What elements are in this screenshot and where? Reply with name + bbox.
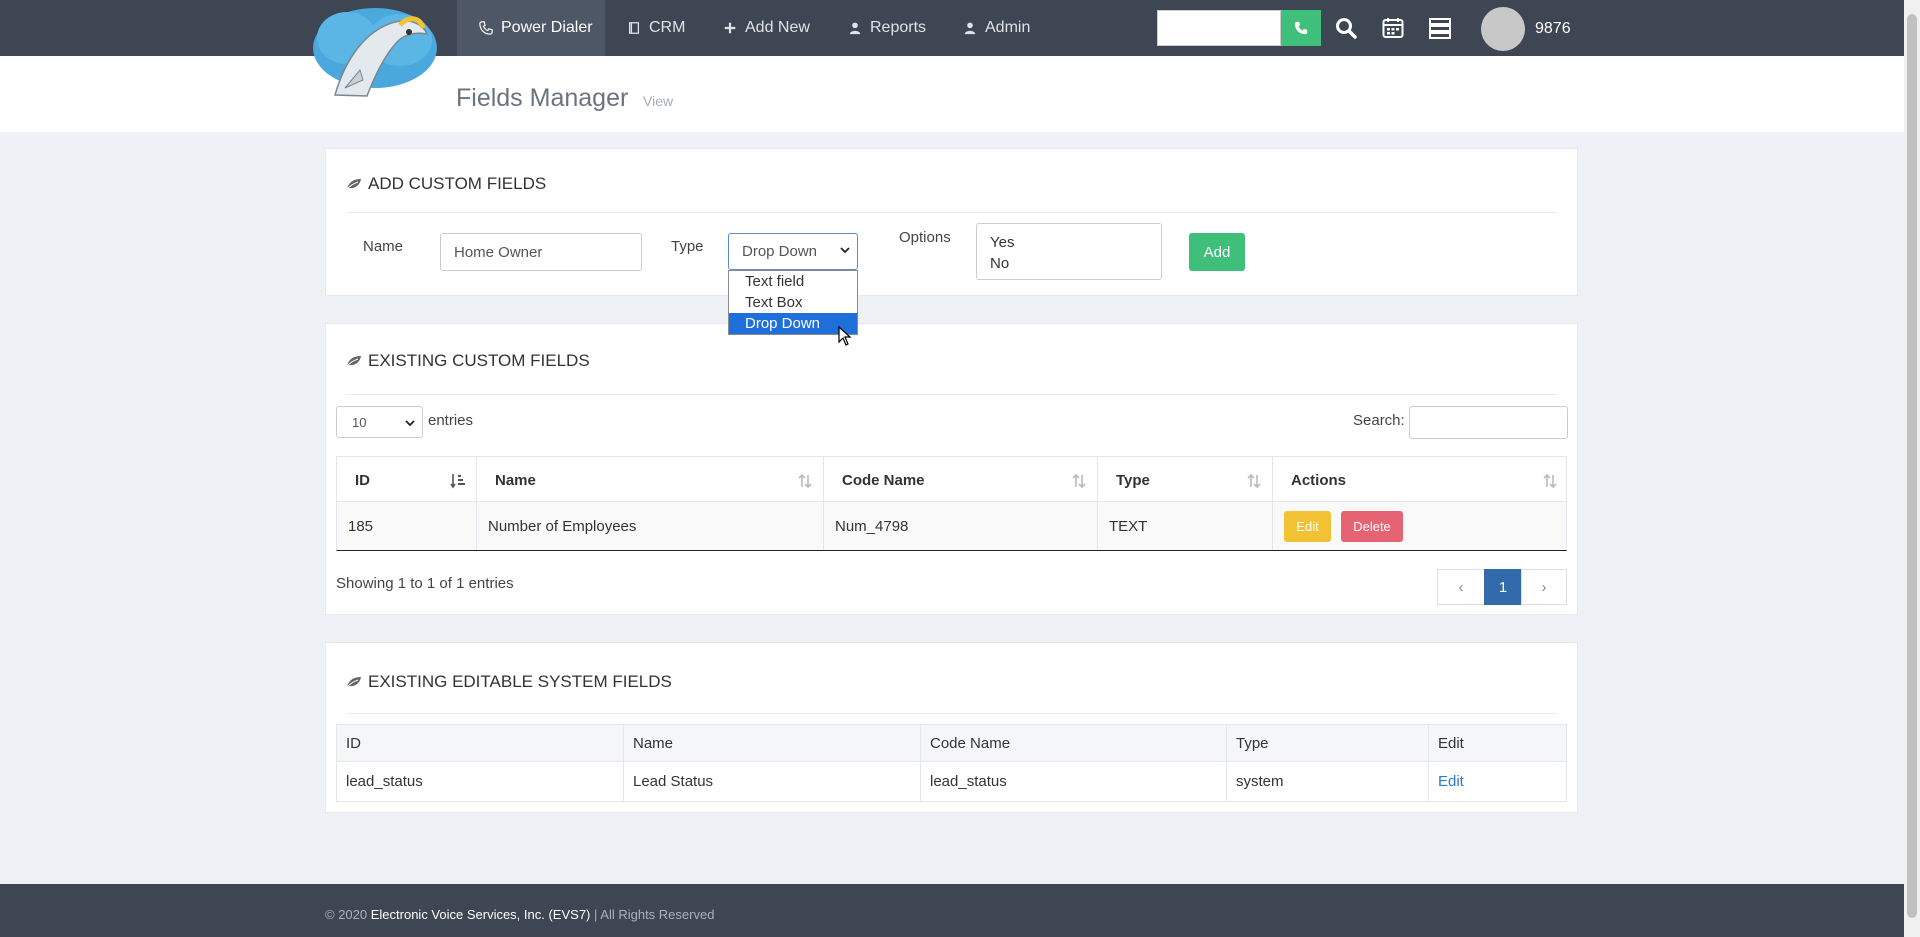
panel-title: EXISTING EDITABLE SYSTEM FIELDS — [346, 672, 672, 692]
page-title: Fields Manager — [456, 84, 629, 112]
column-header-code-name[interactable]: Code Name — [824, 457, 1098, 503]
nav-crm[interactable]: CRM — [627, 0, 685, 56]
table-info: Showing 1 to 1 of 1 entries — [336, 575, 514, 592]
column-header-type: Type — [1227, 725, 1429, 761]
sort-icon — [1072, 473, 1086, 489]
column-header-id: ID — [337, 725, 624, 761]
leaf-icon — [346, 179, 361, 190]
phone-icon — [1294, 21, 1308, 35]
leaf-icon — [346, 677, 361, 688]
pager-next-button[interactable]: › — [1521, 569, 1567, 605]
type-option-text-field[interactable]: Text field — [729, 271, 857, 292]
cell-type: system — [1227, 762, 1429, 801]
nav-reports[interactable]: Reports — [848, 0, 926, 56]
column-header-name[interactable]: Name — [477, 457, 824, 503]
add-custom-fields-panel: ADD CUSTOM FIELDS — [325, 148, 1578, 296]
plus-icon — [724, 22, 736, 34]
cell-type: TEXT — [1098, 502, 1273, 550]
options-textarea[interactable]: Yes No — [976, 223, 1162, 280]
column-header-name: Name — [624, 725, 921, 761]
table-header: ID Name Code Name Type Actions — [336, 456, 1568, 503]
system-table-header: ID Name Code Name Type Edit — [336, 724, 1567, 762]
dial-number-input[interactable] — [1157, 10, 1281, 46]
type-label: Type — [671, 238, 704, 255]
column-header-code-name: Code Name — [921, 725, 1227, 761]
footer — [0, 884, 1904, 937]
nav-power-dialer[interactable]: Power Dialer — [457, 0, 605, 56]
user-icon — [849, 22, 861, 35]
user-extension: 9876 — [1535, 20, 1571, 37]
cell-name: Lead Status — [624, 762, 921, 801]
table-row: 185 Number of Employees Num_4798 TEXT Ed… — [336, 502, 1567, 551]
cell-id: lead_status — [337, 762, 624, 801]
scrollbar-thumb[interactable] — [1907, 14, 1917, 918]
sort-icon — [1543, 473, 1557, 489]
panel-divider — [346, 394, 1557, 395]
panel-divider — [346, 713, 1557, 714]
chevron-down-icon — [405, 420, 415, 427]
column-header-actions[interactable]: Actions — [1273, 457, 1568, 503]
footer-company: Electronic Voice Services, Inc. (EVS7) — [370, 907, 591, 922]
panel-title: ADD CUSTOM FIELDS — [346, 174, 546, 194]
dial-call-button[interactable] — [1281, 10, 1321, 46]
nav-label: Reports — [870, 19, 927, 36]
edit-button[interactable]: Edit — [1284, 511, 1331, 542]
nav-admin[interactable]: Admin — [963, 0, 1030, 56]
sort-icon — [1247, 473, 1261, 489]
panel-divider — [346, 212, 1557, 213]
search-label: Search: — [1353, 412, 1405, 429]
column-header-edit: Edit — [1438, 734, 1464, 752]
options-label: Options — [899, 229, 951, 246]
sort-icon — [798, 473, 812, 489]
column-header-type[interactable]: Type — [1098, 457, 1273, 503]
phone-handset-icon — [479, 21, 493, 35]
pager-prev-button[interactable]: ‹ — [1437, 569, 1485, 605]
entries-label: entries — [428, 412, 474, 429]
server-list-icon[interactable] — [1428, 16, 1452, 40]
nav-add-new[interactable]: Add New — [723, 0, 810, 56]
edit-link[interactable]: Edit — [1429, 762, 1568, 801]
page-subtitle: View — [643, 93, 674, 109]
nav-label: Admin — [985, 19, 1031, 36]
type-select[interactable]: Drop Down — [728, 233, 858, 270]
name-input[interactable]: Home Owner — [440, 233, 642, 271]
cell-name: Number of Employees — [477, 502, 824, 550]
pager-page-1[interactable]: 1 — [1484, 569, 1522, 605]
panel-title: EXISTING CUSTOM FIELDS — [346, 351, 590, 371]
nav-label: Add New — [745, 19, 810, 36]
entries-select[interactable]: 10 — [336, 406, 423, 438]
name-label: Name — [363, 238, 404, 255]
column-header-id[interactable]: ID — [337, 457, 477, 503]
user-icon — [964, 22, 976, 35]
page-header — [0, 56, 1904, 132]
sort-asc-icon — [450, 474, 465, 489]
top-navbar — [0, 0, 1904, 56]
nav-label: CRM — [649, 19, 686, 36]
cell-code-name: lead_status — [921, 762, 1227, 801]
calendar-icon[interactable] — [1381, 16, 1405, 40]
add-button[interactable]: Add — [1189, 233, 1245, 271]
option-line: No — [990, 255, 1010, 272]
dolphin-logo[interactable] — [305, 0, 445, 102]
book-icon — [628, 22, 640, 34]
cell-code-name: Num_4798 — [824, 502, 1098, 550]
delete-button[interactable]: Delete — [1341, 511, 1403, 542]
cell-id: 185 — [337, 502, 477, 550]
mouse-cursor-icon — [838, 326, 852, 346]
leaf-icon — [346, 356, 361, 367]
nav-label: Power Dialer — [501, 19, 593, 36]
option-line: Yes — [990, 234, 1015, 251]
search-icon[interactable] — [1334, 16, 1358, 40]
footer-copyright: © 2020 Electronic Voice Services, Inc. (… — [325, 907, 715, 922]
type-option-text-box[interactable]: Text Box — [729, 292, 857, 313]
search-input[interactable] — [1409, 406, 1568, 439]
chevron-down-icon — [840, 247, 850, 254]
avatar[interactable] — [1481, 7, 1525, 51]
table-row: lead_status Lead Status lead_status syst… — [336, 762, 1567, 802]
